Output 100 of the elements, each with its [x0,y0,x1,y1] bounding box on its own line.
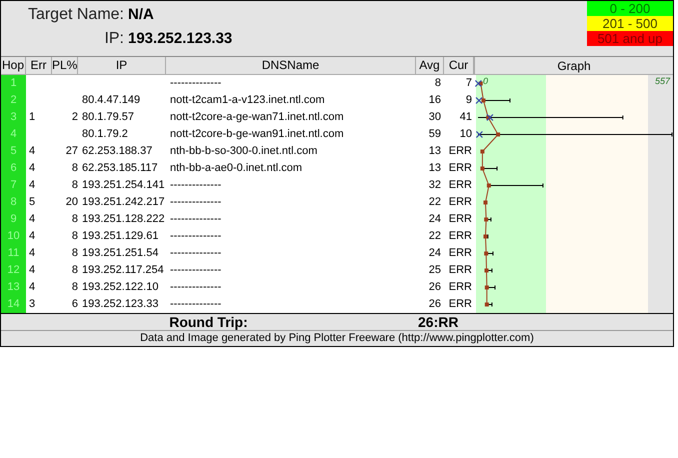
ip-label: IP: [103,29,124,49]
legend-item: 0 - 200 [587,1,673,16]
average-point [484,252,488,256]
table-cell-text: 22 [428,229,442,244]
table-cell-text: 193.251.128.222 [81,212,166,227]
hop-cell: 1 [1,75,26,92]
current-marker [474,80,482,88]
table-cell-text: 16 [428,93,442,108]
table-cell-text: 1 [28,110,36,125]
table-cell-text: -------------- [169,178,222,193]
table-cell-text: 4 [28,144,36,159]
table-cell-text: 193.252.123.33 [81,297,160,312]
table-cell-text: 4 [28,263,36,278]
table-cell-text: ERR [448,212,473,227]
table-cell-text: 24 [428,246,442,261]
average-point [486,184,491,188]
hop-cell: 11 [1,245,26,262]
scale-start-label: 0 [483,76,488,86]
hop-cell: 8 [1,194,26,211]
table-cell-text: 9 [464,93,473,108]
hop-cell: 3 [1,109,26,126]
error-bar [482,98,510,103]
table-cell-text: ERR [448,178,473,193]
table-cell-text: 26 [428,297,442,312]
hop-cell: 13 [1,279,26,296]
column-header: IP [78,57,166,74]
average-point [484,218,488,222]
table-cell-text: -------------- [169,195,222,210]
table-cell-text: 80.1.79.57 [81,110,135,125]
target-name-label: Target Name: [26,5,124,25]
table-cell-text: 4 [28,212,36,227]
average-point [481,98,486,102]
table-cell-text: 2 [70,110,78,125]
table-cell-text: 20 [64,195,78,210]
average-point [484,268,488,272]
table-cell-text: 25 [428,263,442,278]
table-cell-text: 4 [28,246,36,261]
table-cell-text: nott-t2core-b-ge-wan91.inet.ntl.com [169,127,345,142]
footer-credit: Data and Image generated by Ping Plotter Freeware (http://www.pingplotter.com) [140,331,534,346]
target-name-value: N/A [128,5,154,25]
table-cell-text: ERR [448,161,473,176]
average-point [484,302,489,306]
hop-cell: 5 [1,143,26,160]
table-cell-text: 5 [28,195,36,210]
hop-cell: 4 [1,126,26,143]
table-cell-text: -------------- [169,229,222,244]
table-cell-text: 193.251.251.54 [81,246,160,261]
table-cell-text: ERR [448,280,473,295]
table-cell-text: ERR [448,246,473,261]
column-header: Avg [416,57,444,74]
scale-end-label: 557 [654,76,670,86]
table-cell-text: 8 [434,76,442,91]
table-cell-text: 59 [428,127,442,142]
ip-value: 193.252.123.33 [128,29,232,49]
average-point [480,150,484,154]
table-cell-text: 13 [428,161,442,176]
current-marker [475,96,483,104]
hop-cell: 7 [1,177,26,194]
table-cell-text: nott-t2cam1-a-v123.inet.ntl.com [169,93,326,108]
current-marker [486,114,494,122]
table-cell-text: ERR [448,263,473,278]
hop-cell: 10 [1,228,26,245]
average-point [496,132,500,136]
hop-cell: 2 [1,92,26,109]
table-cell-text: ERR [448,195,473,210]
table-cell-text: 4 [28,280,36,295]
table-cell-text: 10 [458,127,473,142]
table-cell-text: -------------- [169,246,222,261]
average-point [486,116,490,120]
table-cell-text: 8 [70,212,78,227]
table-cell-text: 8 [70,280,78,295]
table-cell-text: 193.251.254.141 [81,178,166,193]
table-cell-text: 193.252.122.10 [81,280,160,295]
round-trip-label: Round Trip: [168,312,249,332]
table-cell-text: 62.253.185.117 [81,161,159,176]
current-marker [476,130,483,138]
average-point [483,234,488,238]
table-cell-text: 8 [70,161,78,176]
column-header: Graph [557,58,591,74]
table-cell-text: nth-bb-b-so-300-0.inet.ntl.com [169,144,318,159]
table-cell-text: 193.251.242.217 [81,195,166,210]
table-cell-text: 8 [70,246,78,261]
hop-cell: 12 [1,262,26,279]
table-cell-text: 193.251.129.61 [81,229,160,244]
table-cell-text: -------------- [169,280,222,295]
table-cell-text: 24 [428,212,442,227]
table-cell-text: 62.253.188.37 [81,144,154,159]
hop-cell: 9 [1,211,26,228]
table-cell-text: -------------- [169,263,222,278]
column-header: DNSName [166,57,416,74]
table-cell-text: 8 [70,178,78,193]
table-cell-text: nott-t2core-a-ge-wan71.inet.ntl.com [169,110,345,125]
table-cell-text: 41 [458,110,473,125]
column-header: PL% [52,57,78,74]
table-cell-text: nth-bb-a-ae0-0.inet.ntl.com [169,161,304,176]
table-cell-text: ERR [448,144,473,159]
table-cell-text: ERR [448,229,473,244]
average-point [484,286,489,290]
table-cell-text: 4 [28,178,36,193]
table-cell-text: 32 [428,178,442,193]
